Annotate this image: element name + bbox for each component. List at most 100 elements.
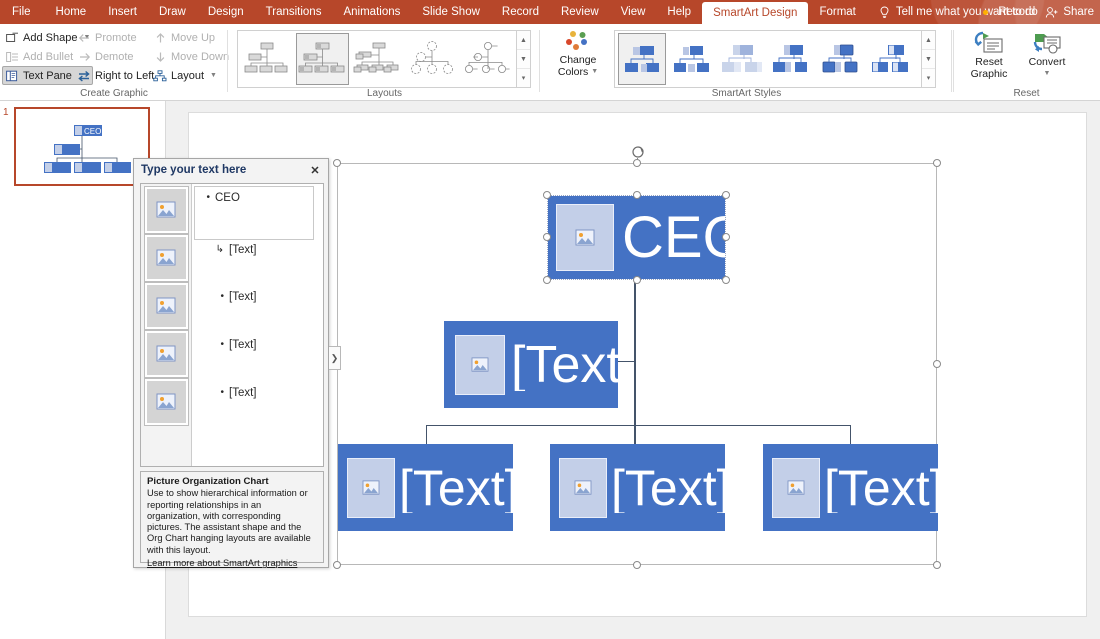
smartart-text-pane[interactable]: Type your text here ✕ <box>133 158 329 568</box>
smartart-object-frame[interactable]: CEO <box>337 163 937 565</box>
share-button[interactable]: Share <box>1045 6 1094 19</box>
resize-handle-bottom-right[interactable] <box>933 561 941 569</box>
smartart-node-child-1[interactable]: [Text] <box>338 444 513 531</box>
node-handle-bottom-center[interactable] <box>633 276 641 284</box>
layout-option-circle-picture-hierarchy[interactable] <box>405 33 458 85</box>
resize-handle-bottom-center[interactable] <box>633 561 641 569</box>
text-pane-label: Text Pane <box>23 70 72 82</box>
node-handle-top-right[interactable] <box>722 191 730 199</box>
text-pane-picture-slot-3[interactable] <box>145 283 188 329</box>
text-pane-picture-slot-4[interactable] <box>145 331 188 377</box>
tab-draw[interactable]: Draw <box>148 0 197 24</box>
assistant-bullet-icon: ↳ <box>212 244 224 255</box>
tab-smartart-design[interactable]: SmartArt Design <box>702 2 808 24</box>
node-handle-top-left[interactable] <box>543 191 551 199</box>
demote-button[interactable]: Demote <box>74 47 157 66</box>
text-pane-entry-assistant[interactable]: ↳ [Text] <box>212 244 343 256</box>
text-pane-entry-ceo-label: CEO <box>215 192 240 204</box>
layout-option-name-and-title-org-chart[interactable] <box>351 33 404 85</box>
smartart-style-white-outline[interactable] <box>668 33 716 85</box>
picture-placeholder-child-2[interactable] <box>559 458 607 518</box>
layout-option-picture-organization-chart[interactable] <box>296 33 349 85</box>
promote-arrow-icon <box>77 31 91 45</box>
resize-handle-top-center[interactable] <box>633 159 641 167</box>
tab-slide-show[interactable]: Slide Show <box>411 0 491 24</box>
move-up-button[interactable]: Move Up <box>150 28 232 47</box>
styles-scroll-down-icon[interactable]: ▼ <box>922 50 935 69</box>
smartart-style-simple-fill[interactable] <box>618 33 666 85</box>
resize-handle-top-right[interactable] <box>933 159 941 167</box>
close-icon[interactable]: ✕ <box>306 162 324 178</box>
smartart-node-child-3[interactable]: [Text] <box>763 444 938 531</box>
ribbon-tab-bar: File Home Insert Draw Design Transitions… <box>0 0 1100 24</box>
layouts-gallery-scroll[interactable]: ▲ ▼ ▾ <box>517 30 531 88</box>
smartart-styles-scroll[interactable]: ▲ ▼ ▾ <box>922 30 936 88</box>
text-pane-text-column[interactable]: • CEO ↳ [Text] • [Text] • [Text] <box>192 184 323 466</box>
smartart-style-intense-effect[interactable] <box>818 33 866 85</box>
move-down-button[interactable]: Move Down <box>150 47 232 66</box>
layout-button[interactable]: Layout ▼ <box>150 66 232 85</box>
tab-view[interactable]: View <box>610 0 657 24</box>
tab-home[interactable]: Home <box>45 0 98 24</box>
text-pane-entry-child-3[interactable]: • [Text] <box>212 387 343 399</box>
layouts-gallery[interactable] <box>237 30 517 88</box>
smartart-node-child-2[interactable]: [Text] <box>550 444 725 531</box>
text-pane-entry-ceo[interactable]: • CEO <box>198 192 329 204</box>
smartart-style-moderate-effect[interactable] <box>768 33 816 85</box>
styles-scroll-up-icon[interactable]: ▲ <box>922 31 935 50</box>
tab-record[interactable]: Record <box>491 0 550 24</box>
text-pane-entry-child-2-label: [Text] <box>229 339 256 351</box>
tab-review[interactable]: Review <box>550 0 610 24</box>
record-button[interactable]: Record <box>998 6 1035 18</box>
change-colors-button[interactable]: Change Colors ▼ <box>549 30 607 78</box>
right-to-left-button[interactable]: Right to Left <box>74 66 157 85</box>
resize-handle-bottom-left[interactable] <box>333 561 341 569</box>
promote-button[interactable]: Promote <box>74 28 157 47</box>
convert-chevron-down-icon[interactable]: ▼ <box>1044 68 1051 80</box>
tab-help[interactable]: Help <box>656 0 702 24</box>
styles-more-icon[interactable]: ▾ <box>922 69 935 87</box>
resize-handle-top-left[interactable] <box>333 159 341 167</box>
tab-animations[interactable]: Animations <box>332 0 411 24</box>
layout-option-organization-chart[interactable] <box>241 33 294 85</box>
layout-chevron-down-icon[interactable]: ▼ <box>210 72 217 79</box>
tab-format[interactable]: Format <box>808 0 866 24</box>
layouts-scroll-down-icon[interactable]: ▼ <box>517 50 530 69</box>
node-handle-bottom-right[interactable] <box>722 276 730 284</box>
text-pane-picture-slot-5[interactable] <box>145 379 188 425</box>
node-handle-middle-left[interactable] <box>543 233 551 241</box>
smartart-styles-gallery[interactable] <box>614 30 922 88</box>
picture-placeholder-assistant[interactable] <box>455 335 505 395</box>
text-pane-entry-child-2[interactable]: • [Text] <box>212 339 343 351</box>
slide-thumbnail-1[interactable]: CEO <box>14 107 150 186</box>
text-pane-toggle-button[interactable]: ❯ <box>329 346 341 370</box>
node-handle-top-center[interactable] <box>633 191 641 199</box>
smartart-style-subtle-effect[interactable] <box>718 33 766 85</box>
picture-icon <box>574 480 592 496</box>
convert-button[interactable]: Convert ▼ <box>1019 30 1075 80</box>
change-colors-chevron-down-icon[interactable]: ▼ <box>591 66 598 78</box>
reset-graphic-button[interactable]: Reset Graphic <box>961 30 1017 80</box>
tab-insert[interactable]: Insert <box>97 0 148 24</box>
description-body: Use to show hierarchical information or … <box>147 488 317 556</box>
node-handle-middle-right[interactable] <box>722 233 730 241</box>
picture-placeholder-child-1[interactable] <box>347 458 395 518</box>
tab-design[interactable]: Design <box>197 0 255 24</box>
text-pane-picture-slot-1[interactable] <box>145 187 188 233</box>
text-pane-entry-child-1[interactable]: • [Text] <box>212 291 343 303</box>
text-pane-picture-slot-2[interactable] <box>145 235 188 281</box>
move-down-arrow-icon <box>153 50 167 64</box>
bullet-icon: • <box>212 291 224 302</box>
layouts-more-icon[interactable]: ▾ <box>517 69 530 87</box>
layout-option-half-circle-organization-chart[interactable] <box>460 33 513 85</box>
resize-handle-middle-right[interactable] <box>933 360 941 368</box>
layouts-scroll-up-icon[interactable]: ▲ <box>517 31 530 50</box>
picture-placeholder-child-3[interactable] <box>772 458 820 518</box>
rotation-handle[interactable] <box>631 145 645 159</box>
learn-more-link[interactable]: Learn more about SmartArt graphics <box>147 558 297 569</box>
tab-transitions[interactable]: Transitions <box>255 0 333 24</box>
node-handle-bottom-left[interactable] <box>543 276 551 284</box>
smartart-node-assistant[interactable]: [Text] <box>444 321 618 408</box>
smartart-style-polished[interactable] <box>868 33 916 85</box>
tab-file[interactable]: File <box>0 0 45 24</box>
